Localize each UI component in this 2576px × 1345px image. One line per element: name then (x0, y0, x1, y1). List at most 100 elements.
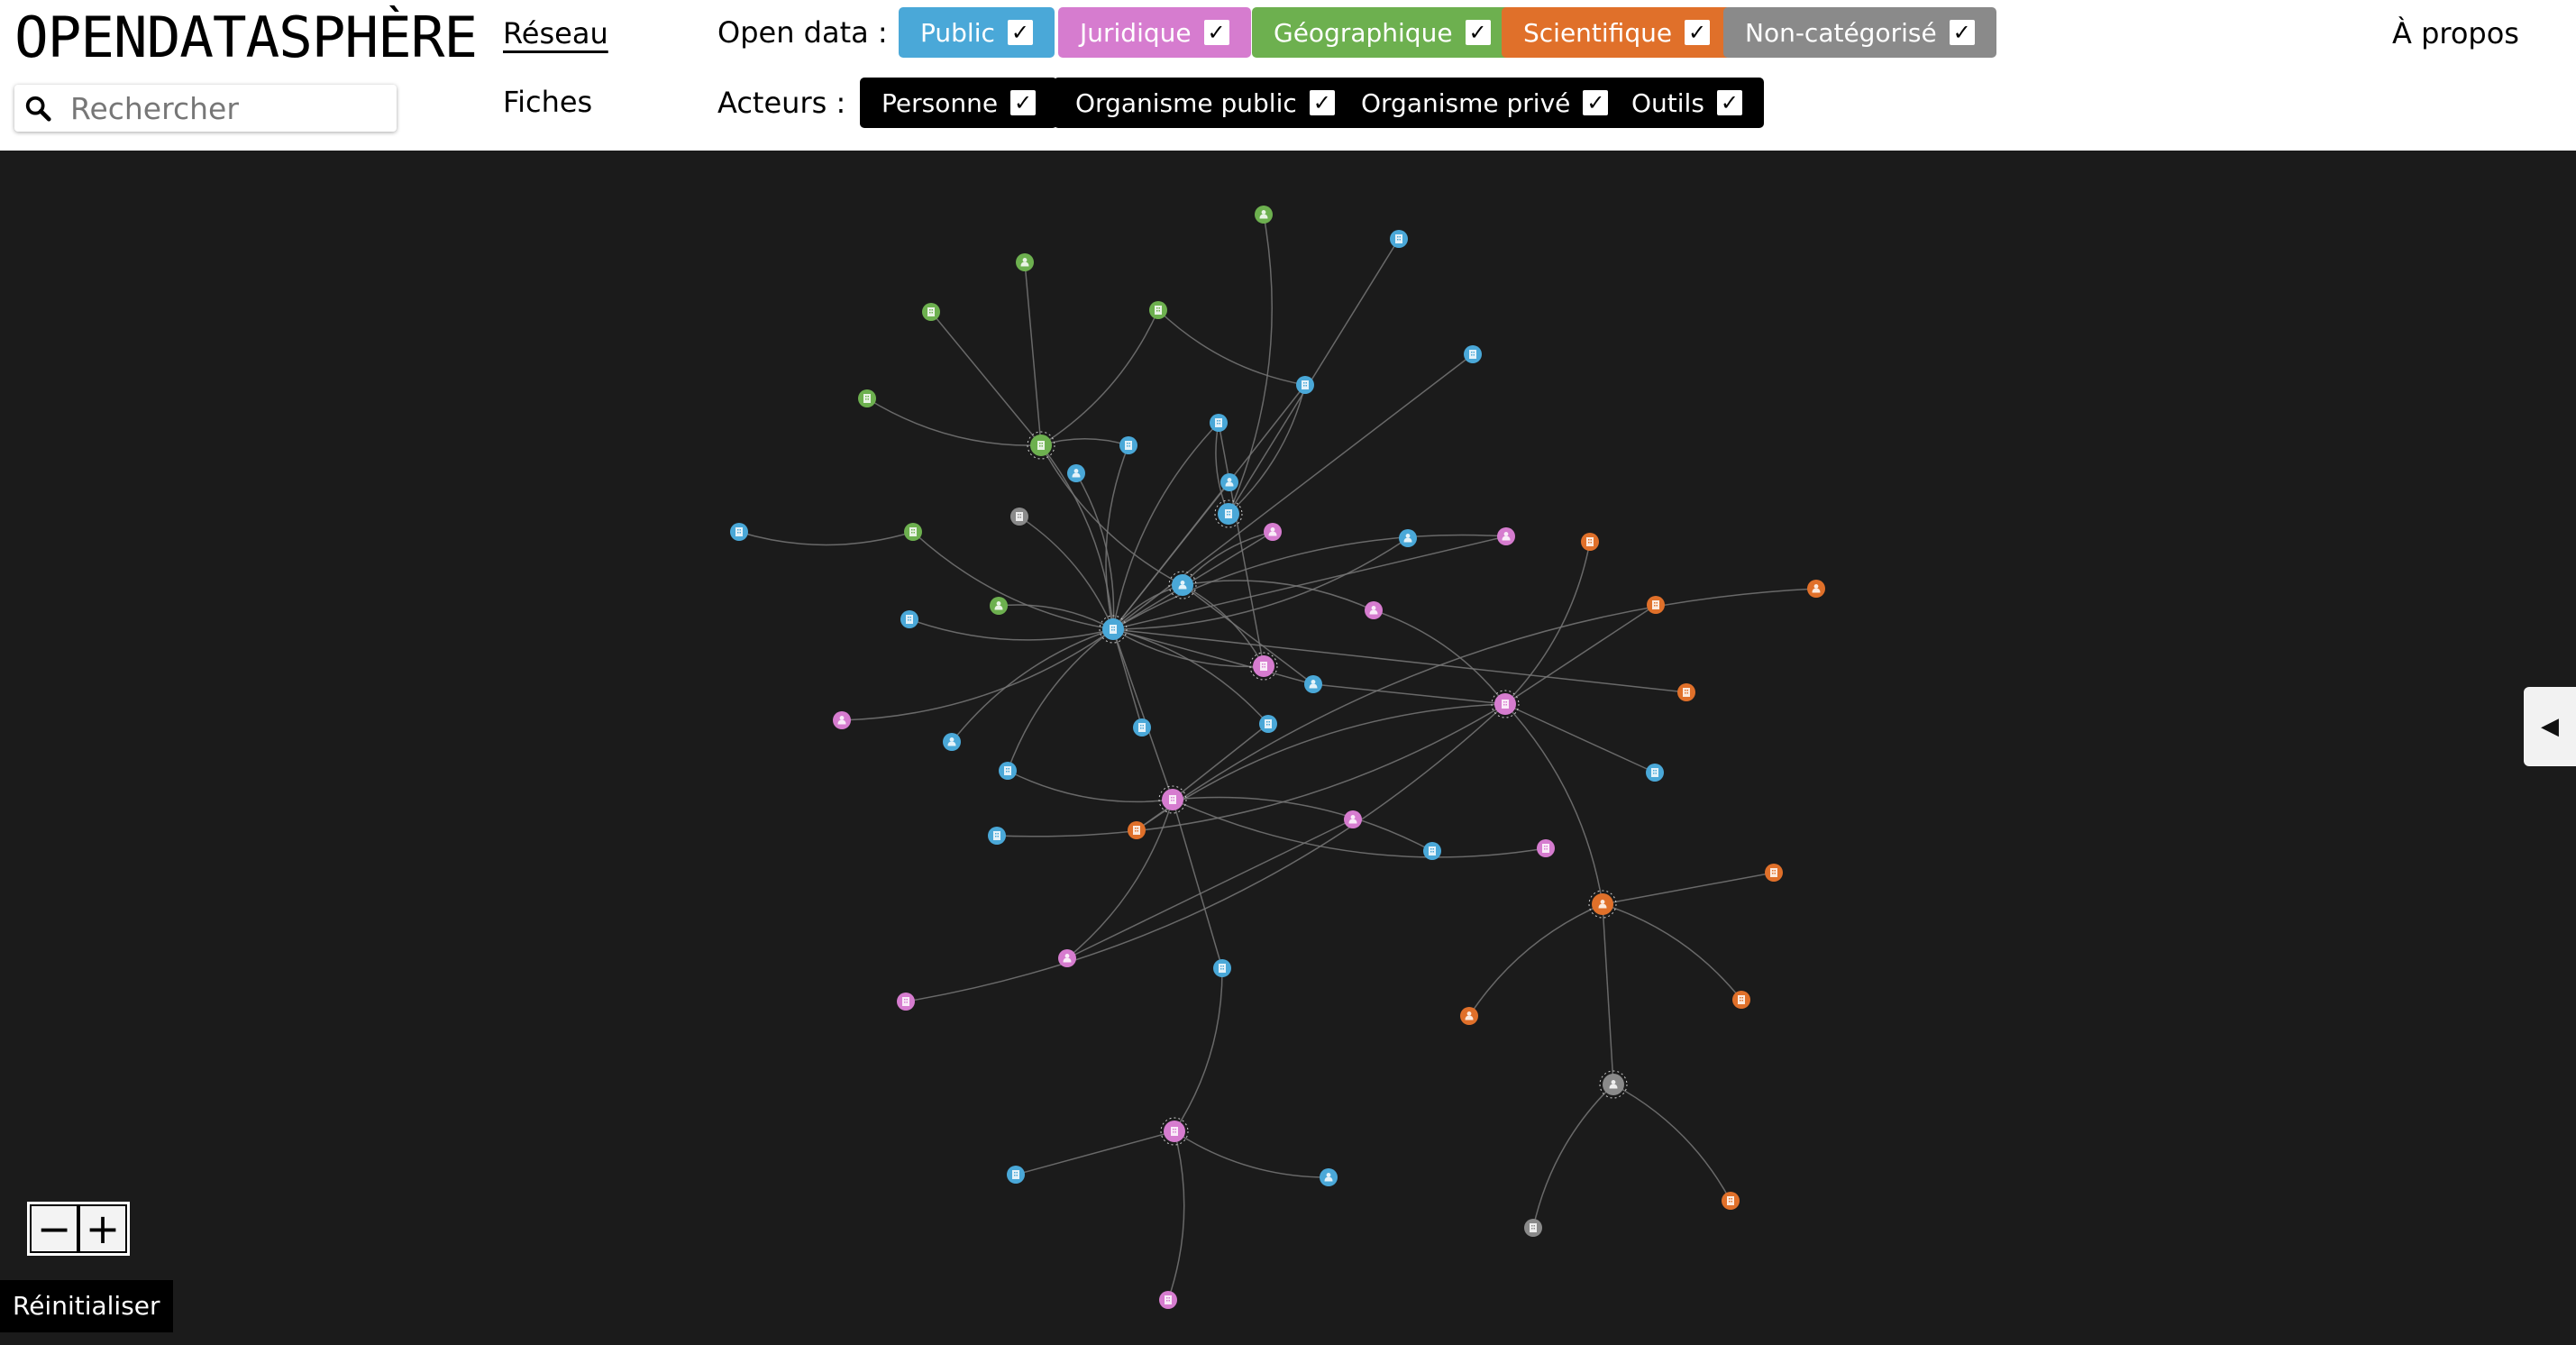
graph-node-geographique[interactable] (990, 597, 1008, 615)
checkbox-checked-icon[interactable]: ✓ (1465, 20, 1491, 45)
checkbox-checked-icon[interactable]: ✓ (1685, 20, 1711, 45)
graph-node-juridique[interactable] (1365, 601, 1383, 619)
graph-node-public[interactable] (1296, 376, 1314, 394)
graph-node-juridique[interactable] (1344, 810, 1362, 828)
graph-node-public[interactable] (1119, 436, 1137, 454)
graph-node-public[interactable] (1646, 764, 1664, 782)
search-box[interactable] (14, 85, 397, 132)
graph-node-public[interactable] (1007, 1166, 1025, 1184)
graph-edge (1612, 1084, 1731, 1202)
graph-node-non-categorise[interactable] (1524, 1219, 1542, 1237)
graph-node-scientifique[interactable] (1732, 991, 1750, 1009)
graph-node-geographique[interactable] (922, 303, 940, 321)
filter-chip-outils[interactable]: Outils ✓ (1610, 78, 1764, 128)
graph-edge (1136, 703, 1506, 831)
graph-node-scientifique[interactable] (1460, 1007, 1478, 1025)
network-graph[interactable] (0, 151, 2576, 1345)
graph-node-scientifique[interactable] (1722, 1192, 1740, 1210)
graph-edge (866, 398, 1042, 446)
filter-chip-juridique[interactable]: Juridique ✓ (1058, 7, 1251, 58)
checkbox-checked-icon[interactable]: ✓ (1007, 20, 1033, 45)
search-input[interactable] (69, 89, 397, 127)
graph-node-scientifique[interactable] (1128, 821, 1146, 839)
graph-node-juridique[interactable] (1158, 785, 1187, 814)
graph-node-juridique[interactable] (1058, 949, 1076, 967)
checkbox-checked-icon[interactable]: ✓ (1203, 20, 1229, 45)
filter-chip-scientifique[interactable]: Scientifique ✓ (1502, 7, 1732, 58)
checkbox-checked-icon[interactable]: ✓ (1309, 90, 1335, 115)
graph-node-public[interactable] (1259, 715, 1277, 733)
graph-node-juridique[interactable] (1497, 527, 1515, 545)
graph-edge (1112, 628, 1687, 693)
graph-node-public[interactable] (1304, 675, 1322, 693)
graph-node-public[interactable] (730, 523, 748, 541)
nav-link-reseau[interactable]: Réseau (503, 16, 608, 50)
graph-node-scientifique[interactable] (1647, 596, 1665, 614)
filter-chip-organisme-public[interactable]: Organisme public ✓ (1054, 78, 1357, 128)
graph-node-public[interactable] (1464, 345, 1482, 363)
graph-node-non-categorise[interactable] (1010, 508, 1028, 526)
graph-node-scientifique[interactable] (1581, 533, 1599, 551)
graph-node-geographique[interactable] (1027, 431, 1055, 460)
graph-node-geographique[interactable] (904, 523, 922, 541)
graph-node-public[interactable] (1320, 1168, 1338, 1186)
graph-node-juridique[interactable] (1160, 1117, 1189, 1146)
graph-edge (1040, 444, 1183, 586)
graph-node-public[interactable] (1213, 959, 1231, 977)
graph-node-juridique[interactable] (1159, 1291, 1177, 1309)
building-icon (1652, 600, 1659, 609)
graph-node-public[interactable] (1067, 464, 1085, 482)
top-bar: OPENDATASPHÈRE Réseau Fiches À propos Op… (0, 0, 2576, 151)
graph-node-public[interactable] (900, 610, 918, 628)
graph-node-juridique[interactable] (833, 711, 851, 729)
graph-node-juridique[interactable] (897, 993, 915, 1011)
graph-node-public[interactable] (1214, 499, 1243, 528)
graph-node-geographique[interactable] (1255, 206, 1273, 224)
graph-node-public[interactable] (1210, 414, 1228, 432)
graph-node-scientifique[interactable] (1588, 890, 1617, 919)
nav-link-apropos[interactable]: À propos (2392, 16, 2519, 50)
checkbox-checked-icon[interactable]: ✓ (1716, 90, 1742, 115)
graph-node-public[interactable] (999, 762, 1017, 780)
graph-node-non-categorise[interactable] (1599, 1070, 1628, 1099)
building-icon (1542, 844, 1549, 853)
graph-node-public[interactable] (1399, 529, 1417, 547)
graph-node-geographique[interactable] (1149, 301, 1167, 319)
checkbox-checked-icon[interactable]: ✓ (1583, 90, 1609, 115)
zoom-in-button[interactable]: + (78, 1204, 127, 1253)
site-logo[interactable]: OPENDATASPHÈRE (14, 5, 478, 71)
filter-chip-non-categorise[interactable]: Non-catégorisé ✓ (1723, 7, 1996, 58)
filter-chip-public[interactable]: Public ✓ (899, 7, 1055, 58)
graph-node-scientifique[interactable] (1765, 864, 1783, 882)
graph-node-public[interactable] (943, 733, 961, 751)
graph-node-scientifique[interactable] (1807, 580, 1825, 598)
filter-chip-geographique[interactable]: Géographique ✓ (1252, 7, 1512, 58)
building-icon (927, 307, 935, 316)
graph-node-public[interactable] (1133, 718, 1151, 737)
graph-node-public[interactable] (1220, 473, 1238, 491)
filter-chip-personne[interactable]: Personne ✓ (860, 78, 1058, 128)
checkbox-checked-icon[interactable]: ✓ (1010, 90, 1037, 115)
checkbox-checked-icon[interactable]: ✓ (1949, 20, 1975, 45)
graph-node-scientifique[interactable] (1677, 683, 1695, 701)
graph-nodes[interactable] (730, 206, 1825, 1309)
graph-node-public[interactable] (1390, 230, 1408, 248)
zoom-out-button[interactable]: − (30, 1204, 78, 1253)
graph-node-juridique[interactable] (1537, 839, 1555, 857)
side-panel-toggle-button[interactable]: ◀ (2524, 687, 2576, 766)
graph-edge (1167, 1130, 1185, 1301)
graph-edge (1602, 903, 1614, 1085)
filter-chip-organisme-prive[interactable]: Organisme privé ✓ (1339, 78, 1631, 128)
graph-node-public[interactable] (1168, 571, 1197, 599)
graph-node-public[interactable] (1423, 842, 1441, 860)
graph-node-juridique[interactable] (1264, 523, 1282, 541)
graph-node-geographique[interactable] (1016, 253, 1034, 271)
graph-node-juridique[interactable] (1491, 690, 1520, 718)
graph-node-juridique[interactable] (1249, 652, 1278, 681)
building-icon (1133, 826, 1140, 835)
nav-link-fiches[interactable]: Fiches (503, 85, 592, 119)
graph-node-public[interactable] (988, 827, 1006, 845)
graph-node-geographique[interactable] (858, 389, 876, 407)
reset-button[interactable]: Réinitialiser (0, 1280, 173, 1332)
graph-node-public[interactable] (1099, 615, 1128, 644)
